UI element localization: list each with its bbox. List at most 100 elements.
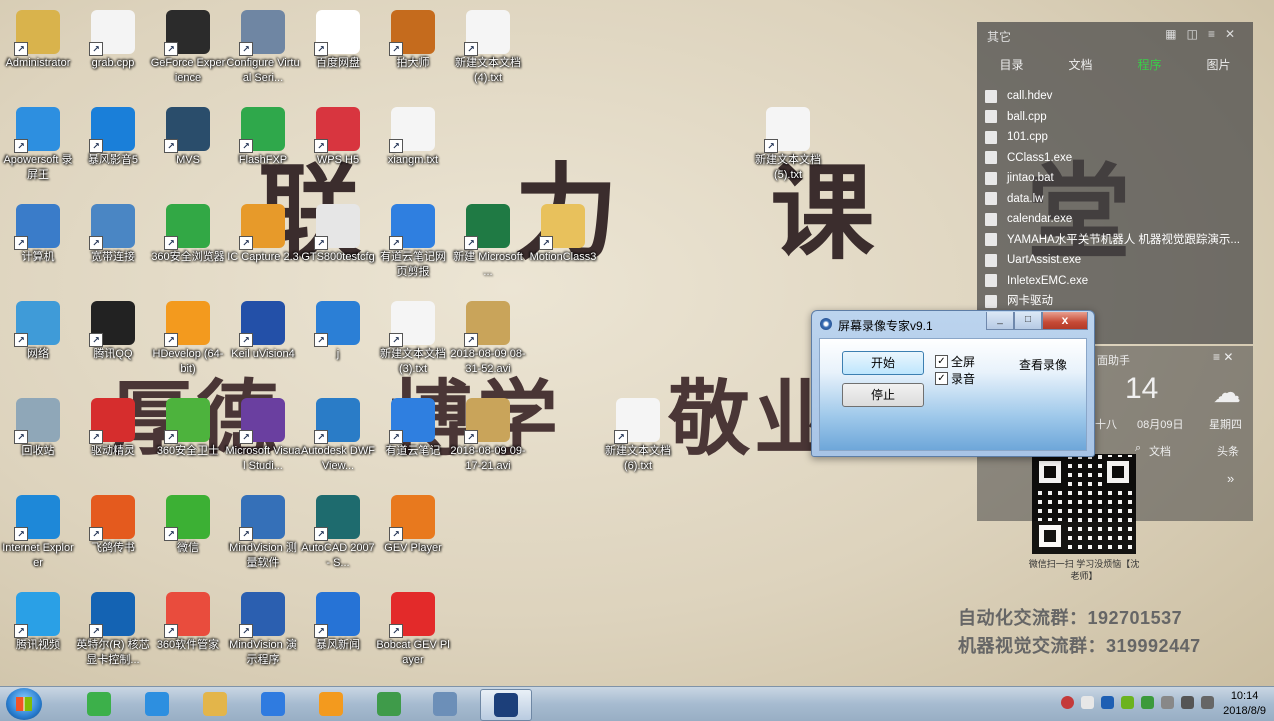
desktop-icon[interactable]: ↗ AutoCAD 2007 - S... <box>300 491 376 581</box>
maximize-button[interactable]: □ <box>1014 312 1042 330</box>
close-button[interactable]: x <box>1042 312 1088 330</box>
desktop-icon[interactable]: ↗ Bobcat GEV Player <box>375 588 451 678</box>
desktop-icon[interactable]: ↗ GEV Player <box>375 491 451 581</box>
taskbar-clock[interactable]: 10:14 2018/8/9 <box>1223 689 1266 719</box>
desktop-icon[interactable]: ↗ Internet Explorer <box>0 491 76 581</box>
start-button[interactable] <box>6 688 42 720</box>
desktop-icon[interactable]: ↗ Administrator <box>0 6 76 96</box>
tray-flag-icon[interactable] <box>1161 696 1174 709</box>
panel-file-item[interactable]: 101.cpp <box>985 127 1240 148</box>
view-recordings-link[interactable]: 查看录像 <box>1019 356 1067 373</box>
panel-file-item[interactable]: calendar.exe <box>985 209 1240 230</box>
panel-file-item[interactable]: YAMAHA水平关节机器人 机器视觉跟踪演示... <box>985 230 1240 251</box>
hdevelop-task[interactable] <box>306 689 356 719</box>
desktop-icon[interactable]: ↗ grab.cpp <box>75 6 151 96</box>
desktop-icon[interactable]: ↗ 宽带连接 <box>75 200 151 290</box>
panel-file-item[interactable]: ball.cpp <box>985 107 1240 128</box>
desktop-icon[interactable]: ↗ 微信 <box>150 491 226 581</box>
tray-volume-icon[interactable] <box>1201 696 1214 709</box>
desktop-icon[interactable]: ↗ 网络 <box>0 297 76 387</box>
panel-file-item[interactable]: InletexEMC.exe <box>985 271 1240 292</box>
desktop-icon[interactable]: ↗ 2018-08-09 08-31-52.avi <box>450 297 526 387</box>
desktop-icon[interactable]: ↗ 回收站 <box>0 394 76 484</box>
desktop-icon[interactable]: ↗ IC Capture 2.3 <box>225 200 301 290</box>
desktop-icon[interactable]: ↗ 360安全浏览器 <box>150 200 226 290</box>
minimize-button[interactable]: _ <box>986 312 1014 330</box>
expand-icon[interactable]: » <box>1227 471 1234 486</box>
panel-file-item[interactable]: UartAssist.exe <box>985 250 1240 271</box>
tray-recorder-icon[interactable] <box>1061 696 1074 709</box>
desktop-icon[interactable]: ↗ WPS H5 <box>300 103 376 193</box>
desktop-icon[interactable]: ↗ 新建文本文档 (5).txt <box>750 103 826 193</box>
paint-task[interactable] <box>420 689 470 719</box>
desktop-icon[interactable]: ↗ GTS800testcfg <box>300 200 376 290</box>
desktop-icon[interactable]: ↗ Keil uVision4 <box>225 297 301 387</box>
green-app-task[interactable] <box>364 689 414 719</box>
desktop-icon[interactable]: ↗ MindVision 测量软件 <box>225 491 301 581</box>
panel-controls[interactable]: ▦◫≡✕ <box>1165 27 1245 41</box>
tab-directory[interactable]: 目录 <box>977 52 1046 78</box>
desktop-icon[interactable]: ↗ 新建 Microsoft ... <box>450 200 526 290</box>
desktop-icon[interactable]: ↗ 飞鸽传书 <box>75 491 151 581</box>
desktop-icon[interactable]: ↗ 拍大师 <box>375 6 451 96</box>
assistant-doc[interactable]: 文档 <box>1149 443 1171 459</box>
panel-file-item[interactable]: jintao.bat <box>985 168 1240 189</box>
tab-pictures[interactable]: 图片 <box>1184 52 1253 78</box>
panel-file-item[interactable]: data.lw <box>985 189 1240 210</box>
desktop-icon[interactable]: ↗ 驱动精灵 <box>75 394 151 484</box>
desktop-icon[interactable]: ↗ 腾讯视频 <box>0 588 76 678</box>
desktop-icon[interactable]: ↗ 暴风新闻 <box>300 588 376 678</box>
360-browser-task[interactable] <box>74 689 124 719</box>
panel-file-item[interactable]: 网卡驱动 <box>985 291 1240 312</box>
desktop-icon[interactable]: ↗ FlashFXP <box>225 103 301 193</box>
file-explorer-task[interactable] <box>190 689 240 719</box>
desktop-icon[interactable]: ↗ Configure Virtual Seri... <box>225 6 301 96</box>
tray-nvidia-icon[interactable] <box>1121 696 1134 709</box>
stop-button[interactable]: 停止 <box>842 383 924 407</box>
assistant-headline[interactable]: 头条 <box>1217 443 1239 459</box>
desktop-icon[interactable]: ↗ MindVision 演示程序 <box>225 588 301 678</box>
tab-programs[interactable]: 程序 <box>1115 52 1184 78</box>
start-button[interactable]: 开始 <box>842 351 924 375</box>
desktop-icon-label: 网络 <box>27 348 49 360</box>
desktop-icon[interactable]: ↗ 新建文本文档 (4).txt <box>450 6 526 96</box>
desktop-icon[interactable]: ↗ MotionClass3 <box>525 200 601 290</box>
fullscreen-checkbox[interactable]: ✓ 全屏 <box>935 353 975 370</box>
desktop-icon[interactable]: ↗ GeForce Experience <box>150 6 226 96</box>
panel-file-item[interactable]: CClass1.exe <box>985 148 1240 169</box>
desktop-icon[interactable]: ↗ Microsoft Visual Studi... <box>225 394 301 484</box>
tray-signal-icon[interactable] <box>1181 696 1194 709</box>
desktop-icon[interactable]: ↗ HDevelop (64-bit) <box>150 297 226 387</box>
desktop-icon[interactable]: ↗ 腾讯QQ <box>75 297 151 387</box>
tray-green-icon[interactable] <box>1141 696 1154 709</box>
desktop-icon[interactable]: ↗ 百度网盘 <box>300 6 376 96</box>
desktop-icon[interactable]: ↗ 有道云笔记网页剪报 <box>375 200 451 290</box>
desktop-icon[interactable]: ↗ MVS <box>150 103 226 193</box>
desktop-icon[interactable]: ↗ Autodesk DWF View... <box>300 394 376 484</box>
wps-writer-task[interactable] <box>248 689 298 719</box>
desktop-icon[interactable]: ↗ 有道云笔记 <box>375 394 451 484</box>
desktop-icon[interactable]: ↗ 暴风影音5 <box>75 103 151 193</box>
recorder-client-area: 开始 停止 ✓ 全屏 ✓ 录音 查看录像 <box>819 338 1087 451</box>
audio-checkbox[interactable]: ✓ 录音 <box>935 370 975 387</box>
panel-file-item[interactable]: call.hdev <box>985 86 1240 107</box>
screen-recorder-task[interactable] <box>480 689 532 721</box>
desktop-icon[interactable]: ↗ 2018-08-09 09-17-21.avi <box>450 394 526 484</box>
desktop-icon[interactable]: ↗ Apowersoft 录屏王 <box>0 103 76 193</box>
tray-pen-icon[interactable] <box>1081 696 1094 709</box>
desktop-icon[interactable]: ↗ 新建文本文档 (3).txt <box>375 297 451 387</box>
desktop-icon[interactable]: ↗ 360软件管家 <box>150 588 226 678</box>
desktop-icon-label: 新建文本文档 (6).txt <box>605 445 671 472</box>
desktop-icon[interactable]: ↗ j <box>300 297 376 387</box>
apowersoft-task[interactable] <box>132 689 182 719</box>
desktop-icon[interactable]: ↗ 计算机 <box>0 200 76 290</box>
audio-check-icon: ✓ <box>935 372 948 385</box>
desktop-icon[interactable]: ↗ 英特尔(R) 核芯显卡控制... <box>75 588 151 678</box>
desktop-icon[interactable]: ↗ 新建文本文档 (6).txt <box>600 394 676 484</box>
desktop-icon-label: 360安全浏览器 <box>151 251 225 263</box>
desktop-icon[interactable]: ↗ xiangm.txt <box>375 103 451 193</box>
tray-bluetooth-icon[interactable] <box>1101 696 1114 709</box>
tab-documents[interactable]: 文档 <box>1046 52 1115 78</box>
menu-icon[interactable]: ≡ ✕ <box>1213 350 1233 364</box>
desktop-icon[interactable]: ↗ 360安全卫士 <box>150 394 226 484</box>
